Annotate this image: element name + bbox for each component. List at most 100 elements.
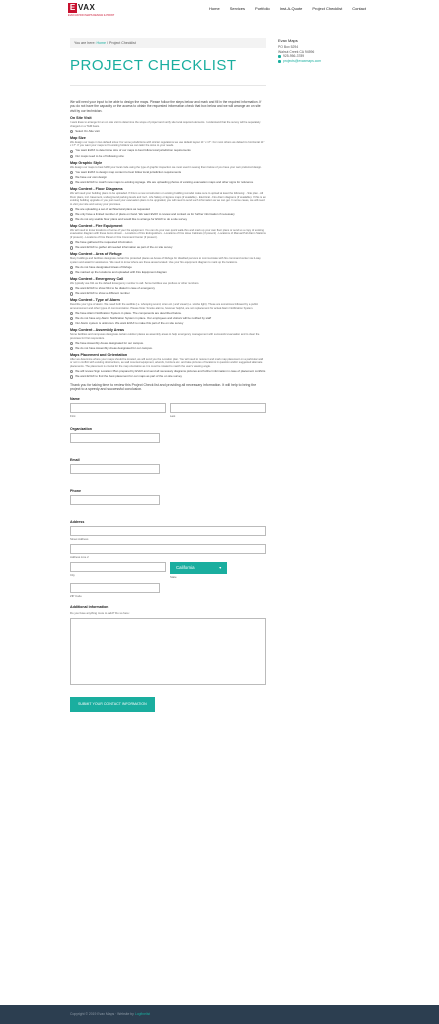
option-row[interactable]: Our maps need to be of following size: — [70, 154, 266, 159]
option-row[interactable]: We marked up the locations and uploaded … — [70, 269, 266, 275]
option-label: We marked up the locations and uploaded … — [75, 269, 167, 274]
option-row[interactable]: We want EVAX to gather all needed inform… — [70, 245, 266, 250]
city-input[interactable] — [70, 561, 166, 572]
option-row[interactable]: We have gathered the requested informati… — [70, 239, 266, 245]
nav-services[interactable]: Services — [225, 6, 250, 11]
breadcrumb-current: Project Checklist — [109, 41, 136, 45]
radio-button[interactable] — [70, 312, 74, 316]
option-label: We have gathered the requested informati… — [75, 239, 133, 244]
organization-label: Organization — [70, 426, 92, 431]
first-name-sublabel: First — [70, 413, 76, 418]
name-label: Name — [70, 396, 80, 401]
nav-portfolio[interactable]: Portfolio — [250, 6, 275, 11]
radio-button[interactable] — [70, 176, 74, 180]
option-row[interactable]: We will review Sign Location Plan prepar… — [70, 368, 266, 374]
option-row[interactable]: We want EVAX to show 911 to be dialed in… — [70, 286, 266, 291]
option-label: We will review Sign Location Plan prepar… — [75, 368, 266, 373]
radio-button[interactable] — [70, 287, 74, 291]
footer-text: Copyright © 2019 Evax Maps · Website by … — [70, 1012, 150, 1016]
option-row[interactable]: You want EVAX to design map content to b… — [70, 170, 266, 175]
section-emergency-call: Map Content - Emergency Call We typicall… — [70, 277, 266, 296]
email-label: Email — [70, 457, 80, 462]
option-row[interactable]: We only have a limited number of plans o… — [70, 211, 266, 217]
state-sublabel: State — [170, 574, 177, 579]
option-row[interactable]: We have Alarm Notification System in pla… — [70, 311, 266, 316]
radio-button[interactable] — [70, 317, 74, 321]
section-floor-diagrams: Map Content - Floor Diagrams We will nee… — [70, 187, 266, 222]
radio-button[interactable] — [70, 271, 74, 275]
nav-inst-a-quote[interactable]: Inst-A-Quote — [275, 6, 308, 11]
sidebar-email[interactable]: projects@evaxmaps.com — [278, 59, 368, 64]
radio-button[interactable] — [70, 154, 74, 158]
last-name-input[interactable] — [170, 402, 266, 413]
breadcrumb-home-link[interactable]: Home — [96, 41, 106, 45]
section-desc: We will need your building plans to be u… — [70, 192, 266, 206]
zip-input[interactable] — [70, 582, 160, 593]
section-desc: After we determine where your maps shoul… — [70, 357, 264, 368]
phone-icon — [278, 55, 281, 59]
footer-separator: · Website by — [114, 1012, 135, 1016]
breadcrumb-prefix: You are here: — [74, 41, 96, 45]
state-select[interactable]: California ▼ — [170, 561, 227, 574]
option-row[interactable]: We have Assembly Areas designated for ou… — [70, 341, 266, 346]
contact-form: Name First Last Organization Email Phone… — [70, 397, 266, 712]
additional-info-textarea[interactable] — [70, 617, 266, 685]
option-row[interactable]: We do not have designated Areas of Refug… — [70, 265, 266, 270]
evax-logo[interactable]: E VAX EVACUATION MAPS DESIGN & PRINT — [68, 3, 114, 19]
radio-button[interactable] — [70, 181, 74, 185]
radio-button[interactable] — [70, 375, 74, 379]
nav-project-checklist[interactable]: Project Checklist — [307, 6, 347, 11]
section-area-of-refuge: Map Content - Area of Refuge Many buildi… — [70, 252, 266, 275]
radio-button[interactable] — [70, 370, 74, 374]
section-desc: Some facilities and campuses designate c… — [70, 333, 260, 340]
street-address-input[interactable] — [70, 525, 266, 536]
radio-button[interactable] — [70, 266, 74, 270]
phone-input[interactable] — [70, 494, 160, 505]
email-input[interactable] — [70, 463, 160, 474]
address-line2-input[interactable] — [70, 543, 266, 554]
section-map-graphic-style: Map Graphic Style We design our maps to … — [70, 161, 266, 185]
footer-credit-link[interactable]: Logfinelist — [135, 1012, 150, 1016]
sidebar-email-text[interactable]: projects@evaxmaps.com — [283, 59, 321, 64]
option-row[interactable]: Our Alarm system is unknown. We want EVA… — [70, 321, 266, 326]
option-label: We only have a limited number of plans o… — [75, 211, 235, 216]
radio-button[interactable] — [70, 218, 74, 222]
section-desc: Describe your type of alarm. We need bot… — [70, 303, 259, 310]
radio-button[interactable] — [70, 130, 74, 134]
section-on-site-visit: On Site Visit I want Evax to arrange for… — [70, 116, 266, 134]
radio-button[interactable] — [70, 212, 74, 217]
option-row[interactable]: We want EVAX to show a different number — [70, 291, 266, 296]
radio-button[interactable] — [70, 241, 74, 245]
footer-copyright: Copyright © 2019 Evax Maps — [70, 1012, 115, 1016]
main-nav: Home Services Portfolio Inst-A-Quote Pro… — [204, 6, 371, 11]
radio-button[interactable] — [70, 246, 74, 250]
radio-button[interactable] — [70, 322, 74, 326]
email-icon — [278, 60, 281, 64]
radio-button[interactable] — [70, 170, 74, 175]
radio-button[interactable] — [70, 341, 74, 346]
radio-button[interactable] — [70, 207, 74, 212]
option-row[interactable]: We have our own design — [70, 175, 266, 180]
organization-input[interactable] — [70, 432, 160, 443]
first-name-input[interactable] — [70, 402, 166, 413]
option-label: We do not have any Alarm Notification Sy… — [75, 315, 212, 320]
section-desc: We will need to know locations of some o… — [70, 228, 266, 239]
nav-home[interactable]: Home — [204, 6, 225, 11]
option-row[interactable]: We are uploading a set of architectural … — [70, 207, 266, 212]
radio-button[interactable] — [70, 292, 74, 296]
section-map-size: Map Size We design our maps in two defau… — [70, 136, 266, 158]
radio-button[interactable] — [70, 347, 74, 351]
option-row[interactable]: You want EVAX to determine size of our m… — [70, 149, 266, 153]
option-row[interactable]: We do not have Assembly Areas designated… — [70, 346, 266, 351]
option-row[interactable]: Select On-Site visit — [70, 129, 266, 134]
radio-button[interactable] — [70, 149, 74, 153]
submit-button[interactable]: SUBMIT YOUR CONTACT INFORMATION — [70, 696, 155, 712]
option-row[interactable]: We want EVAX to find the best placement … — [70, 374, 266, 379]
option-row[interactable]: We want EVAX to match new maps to existi… — [70, 180, 266, 185]
section-desc: We design our maps to best fulfill your … — [70, 165, 262, 169]
option-label: We want EVAX to show a different number — [75, 291, 130, 296]
option-row[interactable]: We do not any usable floor plans and wou… — [70, 217, 266, 222]
section-desc: We typically use 911 as the default Emer… — [70, 282, 200, 285]
nav-contact[interactable]: Contact — [347, 6, 371, 11]
option-row[interactable]: We do not have any Alarm Notification Sy… — [70, 315, 266, 321]
